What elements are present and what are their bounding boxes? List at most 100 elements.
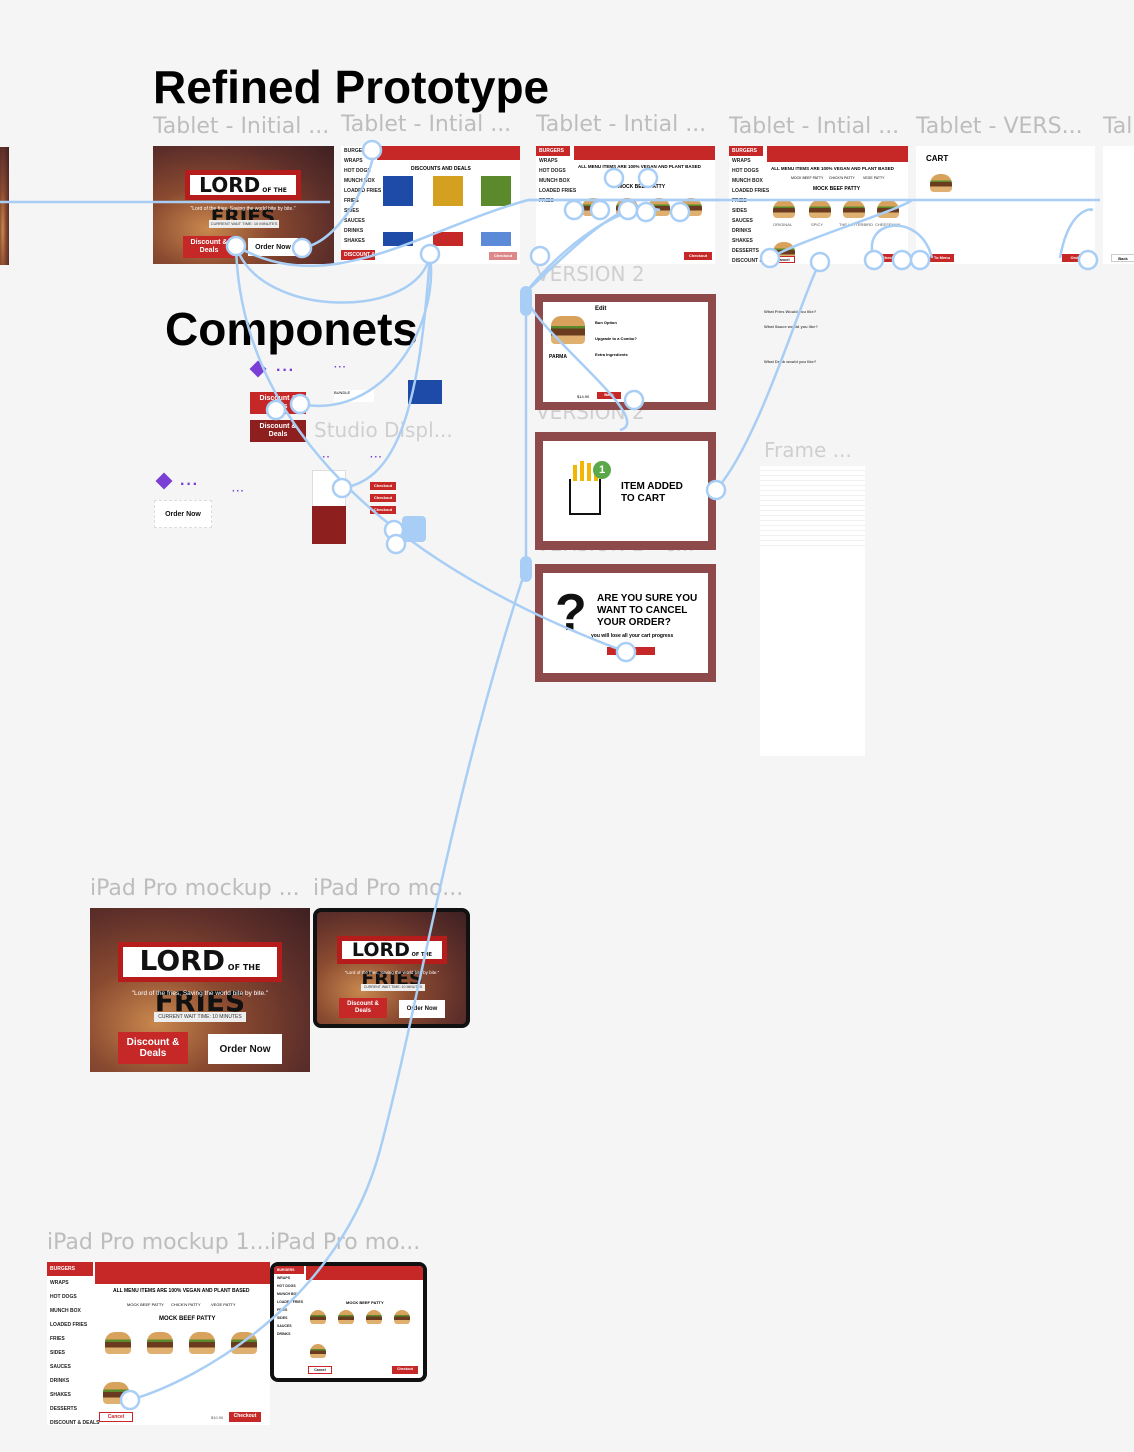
modal-cancel-confirm[interactable]: ? ARE YOU SURE YOU WANT TO CANCEL YOUR O…: [535, 564, 716, 682]
burger-image[interactable]: [310, 1344, 326, 1358]
ipad-device-1[interactable]: LORD OF THE FRIES "Lord of the fries, Sa…: [313, 908, 470, 1028]
ipad-landing-2[interactable]: LORD OF THE FRIES "Lord of the fries, Sa…: [317, 912, 466, 1024]
side-item[interactable]: MUNCH BOX: [729, 176, 763, 186]
subtab[interactable]: VEGE PATTY: [863, 176, 884, 180]
frame-label-studio[interactable]: Studio Displ...: [314, 418, 453, 442]
side-item[interactable]: FRIES: [536, 196, 570, 206]
side-item[interactable]: MUNCH BOX: [47, 1304, 93, 1318]
frame-label-tablet-1[interactable]: Tablet - Initial ...: [153, 114, 329, 139]
deal-card[interactable]: [383, 176, 413, 206]
burger-image[interactable]: [105, 1332, 131, 1354]
subtab[interactable]: MOCK BEEF PATTY: [791, 176, 823, 180]
side-item[interactable]: FRIES: [274, 1306, 304, 1314]
side-item[interactable]: SIDES: [274, 1314, 304, 1322]
side-item[interactable]: HOT DOGS: [341, 166, 375, 176]
side-item[interactable]: FRIES: [729, 196, 763, 206]
side-item[interactable]: WRAPS: [47, 1276, 93, 1290]
side-item[interactable]: SAUCES: [341, 216, 375, 226]
side-item[interactable]: LOADED FRIES: [274, 1298, 304, 1306]
more-icon[interactable]: ···: [180, 476, 199, 494]
back-button[interactable]: Back: [1111, 254, 1134, 262]
burger-image[interactable]: [394, 1310, 410, 1324]
frame-partial-right[interactable]: Back: [1103, 146, 1134, 264]
frame-label-ipad-3[interactable]: iPad Pro mockup 1...: [47, 1230, 271, 1255]
side-item[interactable]: FRIES: [47, 1332, 93, 1346]
deal-card[interactable]: [481, 232, 511, 246]
side-item-active[interactable]: BURGERS: [47, 1262, 93, 1276]
side-item[interactable]: LOADED FRIES: [729, 186, 769, 196]
frame-label-ipad-2[interactable]: iPad Pro mo...: [313, 876, 463, 901]
side-item[interactable]: HOT DOGS: [47, 1290, 93, 1304]
component-burger-card-active[interactable]: [312, 506, 346, 544]
burger-image[interactable]: [843, 200, 865, 218]
modal-item-added[interactable]: 1 ITEM ADDED TO CART: [535, 432, 716, 550]
side-item[interactable]: HOT DOGS: [729, 166, 763, 176]
burger-image[interactable]: [809, 200, 831, 218]
discount-deals-button[interactable]: Discount & Deals: [183, 236, 235, 258]
menu-checkout-button[interactable]: Checkout: [877, 254, 905, 262]
side-item[interactable]: SAUCES: [274, 1322, 304, 1330]
frame-label-tablet-4[interactable]: Tablet - Intial ...: [729, 114, 899, 139]
subtab[interactable]: VEGE PATTY: [211, 1302, 236, 1307]
modal-edit-item[interactable]: Edit PARMA Bun Option Upgrade to a Combo…: [535, 294, 716, 410]
subtab[interactable]: MOCK BEEF PATTY: [127, 1302, 164, 1307]
side-item[interactable]: MUNCH BOX: [341, 176, 375, 186]
side-item[interactable]: MUNCH BOX: [274, 1290, 304, 1298]
to-menu-button[interactable]: To Menu: [930, 254, 954, 262]
side-item-active[interactable]: BURGERS: [536, 146, 570, 156]
deal-card[interactable]: [383, 232, 413, 246]
side-item[interactable]: FRIES: [341, 196, 375, 206]
menu-checkout-button[interactable]: Checkout: [392, 1366, 418, 1374]
side-item-active[interactable]: DISCOUNT & DEALS: [341, 250, 393, 260]
burger-image[interactable]: [616, 198, 638, 216]
side-item[interactable]: SIDES: [47, 1346, 93, 1360]
subtab[interactable]: CHICK'N PATTY: [829, 176, 855, 180]
cancel-button[interactable]: Cancel: [771, 256, 795, 263]
burger-image[interactable]: [648, 198, 670, 216]
long-options-list[interactable]: [760, 466, 865, 756]
frame-label-tablet-5[interactable]: Tablet - VERS...: [916, 114, 1083, 139]
menu-checkout-button[interactable]: Checkout: [229, 1412, 261, 1422]
side-item[interactable]: DRINKS: [341, 226, 375, 236]
side-item[interactable]: SHAKES: [47, 1388, 93, 1402]
ipad-device-2[interactable]: BURGERS WRAPS HOT DOGS MUNCH BOX LOADED …: [270, 1262, 427, 1382]
frame-label-ipad-4[interactable]: iPad Pro mo...: [270, 1230, 420, 1255]
side-item[interactable]: HOT DOGS: [274, 1282, 304, 1290]
burger-image[interactable]: [366, 1310, 382, 1324]
more-icon[interactable]: ···: [276, 362, 295, 380]
side-item[interactable]: MUNCH BOX: [536, 176, 570, 186]
ipad-menu-2[interactable]: BURGERS WRAPS HOT DOGS MUNCH BOX LOADED …: [274, 1266, 423, 1378]
burger-image[interactable]: [582, 198, 604, 216]
component-deal-card[interactable]: [408, 380, 442, 404]
side-item[interactable]: HOT DOGS: [536, 166, 570, 176]
burger-image[interactable]: [103, 1382, 129, 1404]
order-now-button[interactable]: Order Now: [399, 1000, 445, 1018]
offscreen-frame-left[interactable]: [0, 147, 9, 265]
component-discount-button-alt[interactable]: Discount & Deals: [250, 420, 306, 442]
order-now-button[interactable]: Order Now: [208, 1034, 282, 1064]
burger-image[interactable]: [147, 1332, 173, 1354]
side-item[interactable]: WRAPS: [274, 1274, 304, 1282]
component-burger-card[interactable]: [312, 470, 346, 508]
side-item[interactable]: SHAKES: [729, 236, 763, 246]
side-item[interactable]: SHAKES: [341, 236, 375, 246]
burger-image[interactable]: [877, 200, 899, 218]
side-item[interactable]: LOADED FRIES: [47, 1318, 93, 1332]
burger-image[interactable]: [189, 1332, 215, 1354]
frame-label-version2-a[interactable]: VERSION 2: [536, 262, 645, 286]
deal-card[interactable]: [481, 176, 511, 206]
deal-card[interactable]: [433, 232, 463, 246]
side-item[interactable]: DISCOUNT & DEALS: [47, 1416, 99, 1425]
ipad-menu-1[interactable]: BURGERS WRAPS HOT DOGS MUNCH BOX LOADED …: [47, 1262, 270, 1425]
side-item[interactable]: SAUCES: [47, 1360, 93, 1374]
more-icon[interactable]: ···: [318, 452, 331, 463]
side-item-active[interactable]: BURGERS: [274, 1266, 304, 1274]
more-icon[interactable]: ···: [232, 486, 245, 497]
discount-deals-button[interactable]: Discount & Deals: [118, 1032, 188, 1064]
component-order-now[interactable]: Order Now: [154, 500, 212, 528]
order-now-button[interactable]: Order Now: [248, 238, 298, 256]
side-item[interactable]: DRINKS: [274, 1330, 304, 1338]
side-item[interactable]: SIDES: [729, 206, 763, 216]
side-item[interactable]: DESSERTS: [729, 246, 763, 256]
frame-label-tablet-3[interactable]: Tablet - Intial ...: [536, 112, 706, 137]
